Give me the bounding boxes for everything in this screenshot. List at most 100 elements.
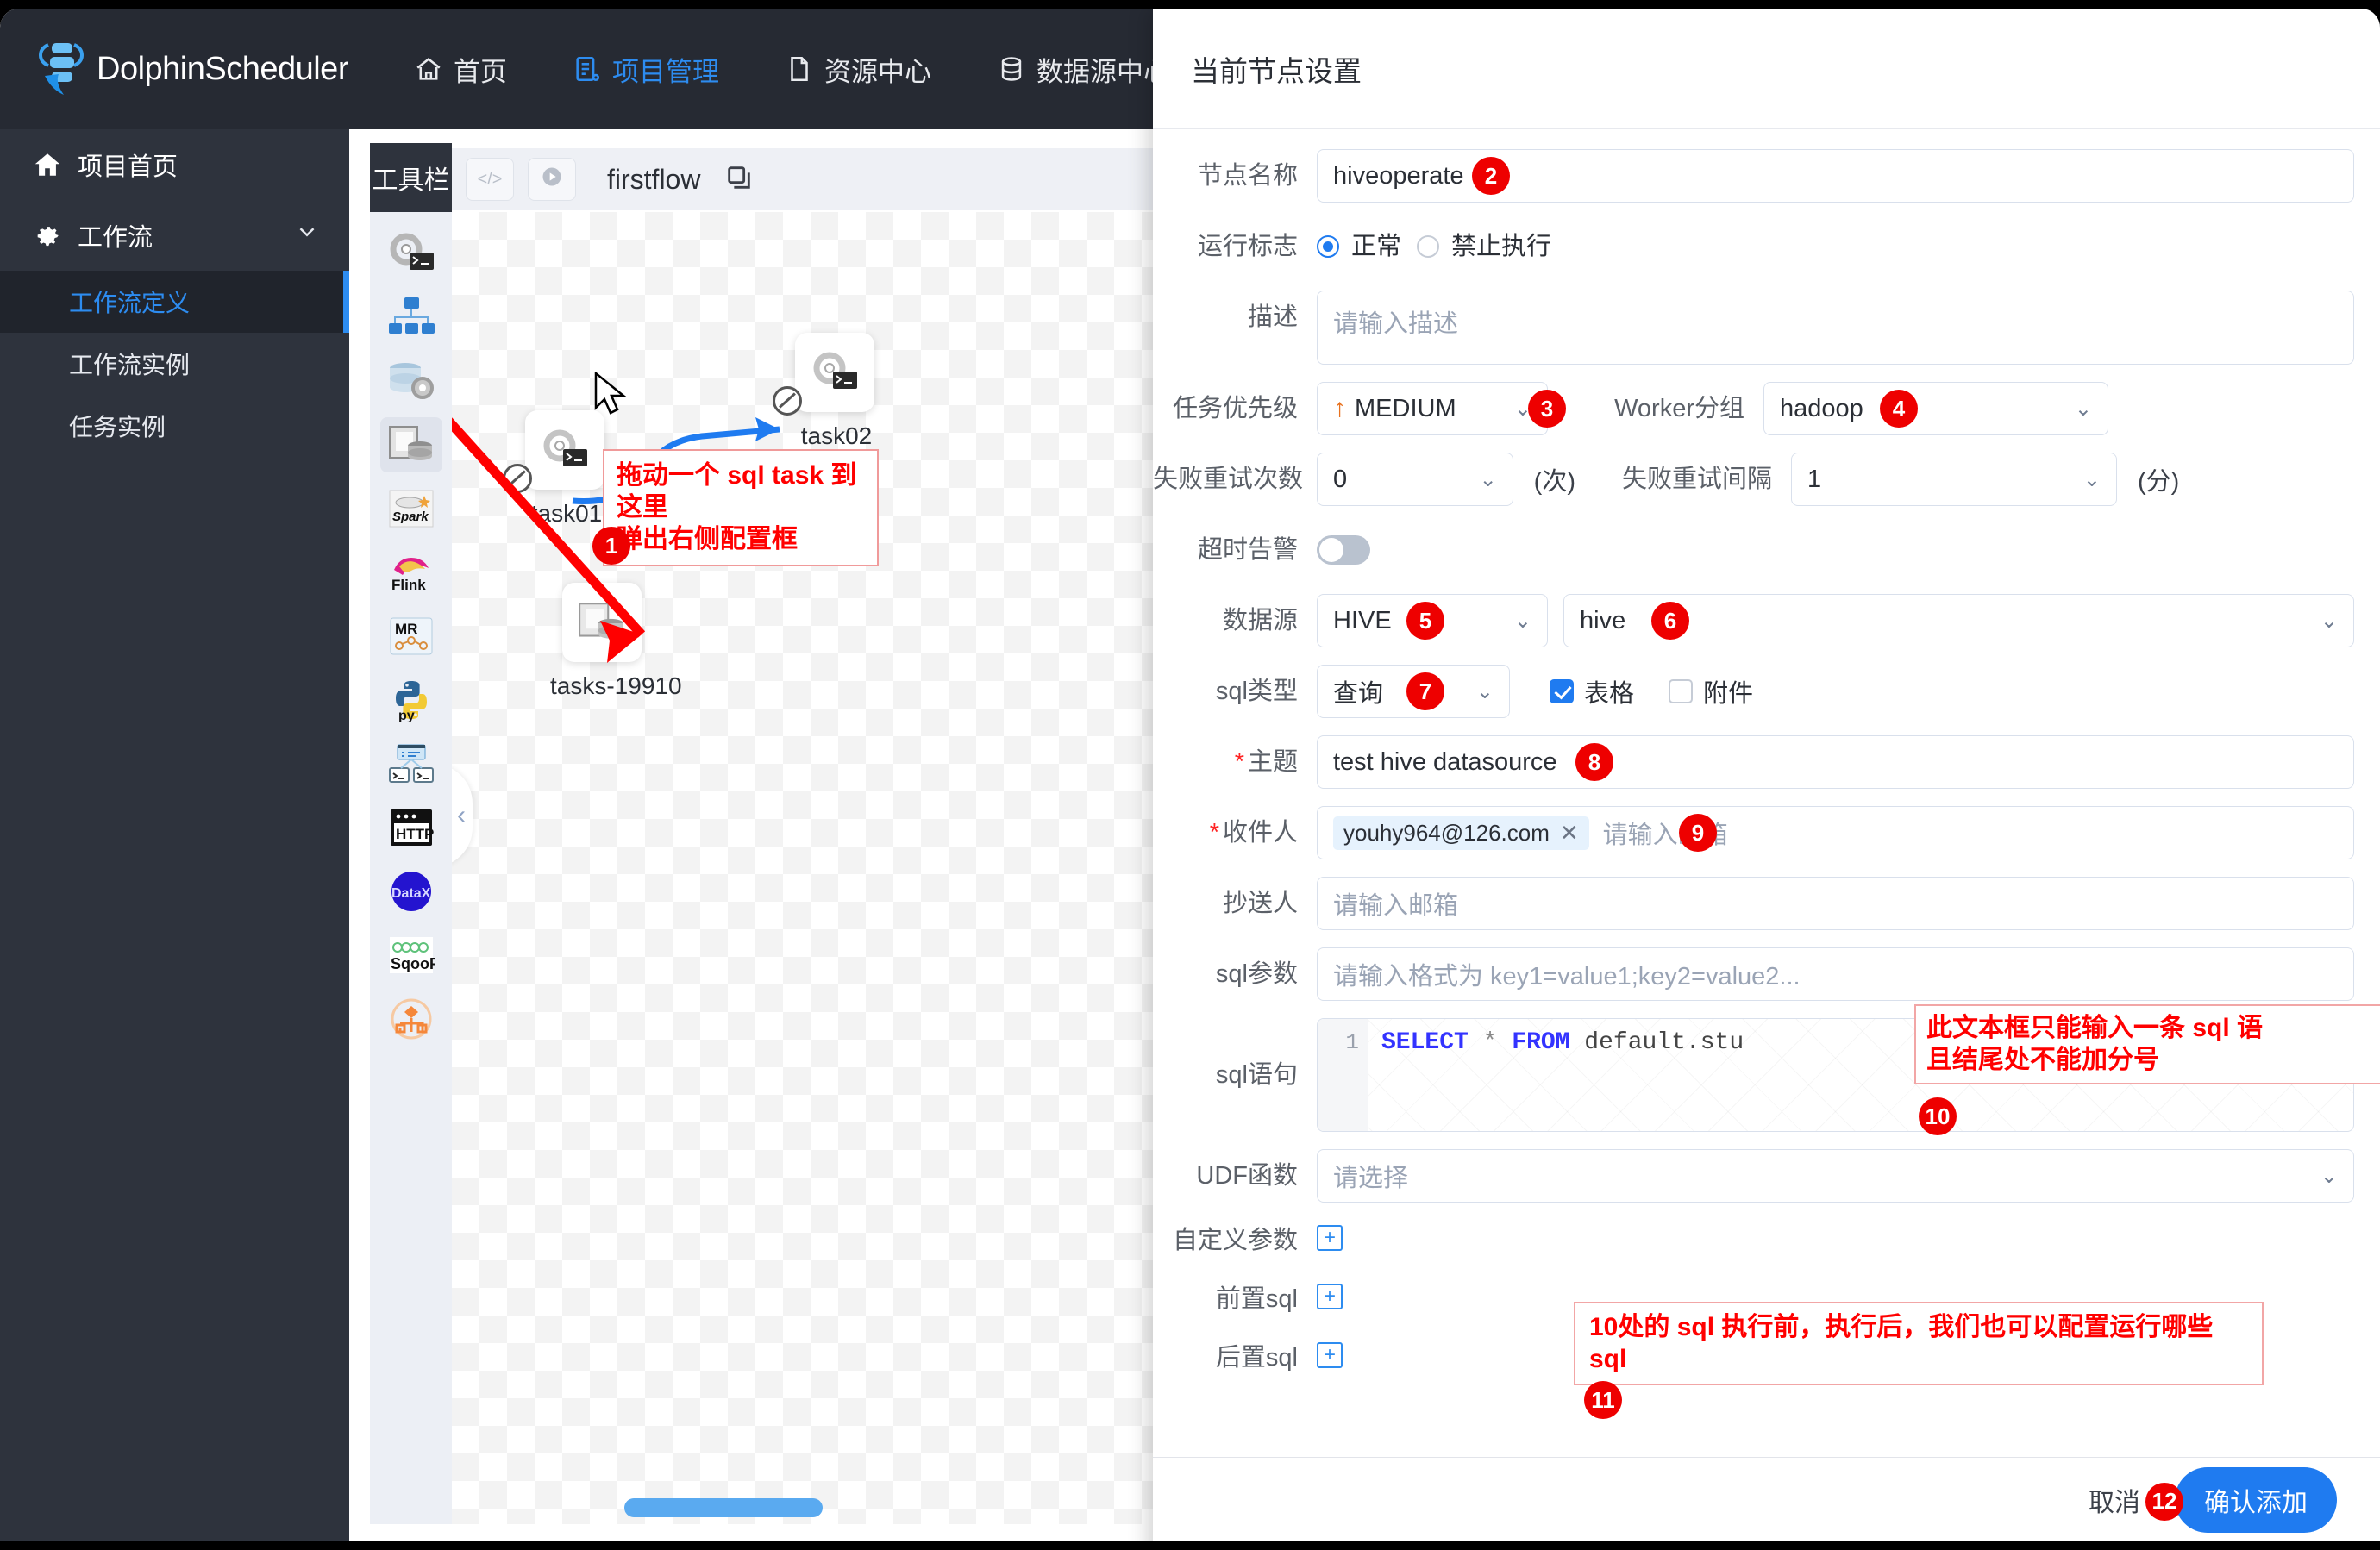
nav-item-project-management[interactable]: 项目管理 [573, 50, 719, 89]
panel-footer: 取消 确认添加 12 [1153, 1457, 2380, 1541]
run-flag-option-forbidden[interactable]: 禁止执行 [1417, 220, 1551, 273]
form-row-description: 描述 请输入描述 [1153, 291, 2354, 365]
sql-type-checkbox-table[interactable]: 表格 [1550, 673, 1634, 709]
python-task-icon[interactable]: py [380, 672, 442, 728]
subject-value: test hive datasource [1333, 747, 1557, 776]
plus-icon-custom-params[interactable]: + [1317, 1225, 1343, 1251]
canvas-collapse-handle[interactable]: ‹ [452, 764, 473, 867]
priority-select[interactable]: ↑ MEDIUM ⌄ [1317, 382, 1548, 435]
sql-note-line-2: 且结尾处不能加分号 [1926, 1045, 2159, 1074]
run-flag-option-normal[interactable]: 正常 [1317, 220, 1401, 273]
udf-label: UDF函数 [1196, 1162, 1298, 1190]
datax-task-icon[interactable]: DataX [380, 864, 442, 919]
nav-item-datasource-center[interactable]: 数据源中心 [997, 50, 1170, 89]
checkbox-attachment[interactable] [1669, 679, 1694, 703]
step-badge-2: 2 [1472, 157, 1510, 195]
form-row-run-flag: 运行标志 正常 禁止执行 [1153, 220, 2354, 273]
recipient-tag[interactable]: youhy964@126.com ✕ [1333, 816, 1589, 850]
recipients-input[interactable]: youhy964@126.com ✕ 请输入邮箱 [1317, 806, 2354, 859]
shell-task-icon [813, 352, 857, 389]
view-code-button[interactable]: </> [466, 158, 514, 201]
http-task-icon[interactable]: HTTP [380, 800, 442, 855]
plus-icon-post-sql[interactable]: + [1317, 1342, 1343, 1368]
chevron-down-icon: ⌄ [1475, 679, 1494, 703]
sqoop-task-icon[interactable]: SqooP [380, 928, 442, 983]
brand-name: DolphinScheduler [97, 50, 348, 87]
sql-note-line-1: 此文本框只能输入一条 sql 语 [1926, 1014, 2264, 1042]
retry-times-select[interactable]: 0 ⌄ [1317, 453, 1513, 506]
dependent-task-icon[interactable] [380, 736, 442, 791]
toolbox-tab[interactable]: 工具栏 [370, 143, 452, 212]
subject-input[interactable]: test hive datasource [1317, 735, 2354, 789]
copy-icon[interactable] [724, 163, 754, 197]
canvas-node-task02[interactable]: task02 [773, 333, 890, 450]
shell-task-icon[interactable] [380, 226, 442, 281]
step-badge-5: 5 [1406, 602, 1444, 640]
worker-group-select[interactable]: hadoop ⌄ [1763, 382, 2108, 435]
sidebar-item-workflow-definition[interactable]: 工作流定义 [0, 271, 349, 333]
flink-task-icon[interactable]: Flink [380, 545, 442, 600]
form-row-priority-worker: 任务优先级 ↑ MEDIUM ⌄ 3 Worker分组 hadoop ⌄ 4 [1153, 382, 2354, 435]
sql-type-checkbox-attachment[interactable]: 附件 [1669, 673, 1753, 709]
radio-forbidden[interactable] [1417, 235, 1440, 258]
svg-text:py: py [398, 709, 415, 722]
form-row-recipients: * 收件人 youhy964@126.com ✕ 请输入邮箱 9 [1153, 806, 2354, 859]
timeout-alarm-label: 超时告警 [1197, 536, 1298, 564]
conditions-task-icon[interactable] [380, 991, 442, 1047]
node-icon-box[interactable] [773, 333, 874, 416]
dolphinscheduler-logo-icon [36, 38, 90, 100]
sidebar-item-project-home[interactable]: 项目首页 [0, 129, 349, 200]
confirm-add-button[interactable]: 确认添加 [2175, 1466, 2337, 1533]
retry-times-label: 失败重试次数 [1153, 466, 1304, 493]
udf-placeholder: 请选择 [1333, 1165, 1409, 1192]
run-flow-button[interactable] [528, 158, 576, 201]
retry-interval-select[interactable]: 1 ⌄ [1791, 453, 2117, 506]
mapreduce-task-icon[interactable]: MR [380, 609, 442, 664]
close-icon[interactable]: ✕ [1560, 820, 1579, 847]
plus-icon-pre-sql[interactable]: + [1317, 1284, 1343, 1309]
sidebar-item-workflow-instance[interactable]: 工作流实例 [0, 333, 349, 395]
sidebar-item-task-instance[interactable]: 任务实例 [0, 395, 349, 457]
sql-statement-code[interactable]: SELECT * FROM default.stu [1368, 1019, 1744, 1131]
svg-text:MR: MR [395, 621, 417, 637]
sql-task-icon[interactable] [379, 417, 442, 472]
radio-normal[interactable] [1317, 235, 1339, 258]
timeout-alarm-toggle[interactable] [1317, 535, 1370, 565]
nav-label: 项目管理 [611, 56, 719, 87]
sql-params-input[interactable]: 请输入格式为 key1=value1;key2=value2... [1317, 947, 2354, 1001]
form-row-custom-params: 自定义参数 + [1153, 1220, 2354, 1261]
folder-icon [785, 54, 814, 84]
sidebar-group-workflow[interactable]: 工作流 [0, 200, 349, 271]
nav-label: 首页 [453, 56, 507, 87]
spark-task-icon[interactable]: Spark [380, 481, 442, 536]
gear-icon [33, 221, 62, 250]
canvas-node-tasks-19910[interactable]: tasks-19910 [550, 583, 682, 700]
form-row-sql-type: sql类型 查询 ⌄ 7 表格 附件 [1153, 665, 2354, 718]
sql-type-label: sql类型 [1215, 678, 1298, 705]
procedure-task-icon[interactable] [380, 353, 442, 409]
step-badge-10: 10 [1919, 1097, 1957, 1135]
scrollbar-thumb[interactable] [624, 1498, 823, 1517]
udf-select[interactable]: 请选择 ⌄ [1317, 1149, 2354, 1203]
form-row-cc: 抄送人 请输入邮箱 [1153, 877, 2354, 930]
checkbox-table[interactable] [1550, 679, 1574, 703]
description-textarea[interactable]: 请输入描述 [1317, 291, 2354, 365]
node-label: task02 [800, 422, 873, 449]
retry-interval-label: 失败重试间隔 [1621, 466, 1772, 493]
step-badge-11: 11 [1584, 1381, 1622, 1419]
node-icon-box[interactable] [562, 583, 642, 662]
cc-input[interactable]: 请输入邮箱 [1317, 877, 2354, 930]
brand-logo[interactable]: DolphinScheduler [36, 38, 348, 100]
svg-text:DataX: DataX [391, 886, 431, 901]
nav-item-home[interactable]: 首页 [414, 50, 507, 89]
nav-item-resource-center[interactable]: 资源中心 [785, 50, 931, 89]
cancel-button[interactable]: 取消 [2089, 1481, 2140, 1519]
node-icon-box[interactable] [503, 410, 604, 493]
checkbox-table-label: 表格 [1584, 680, 1635, 708]
worker-group-value: hadoop [1780, 394, 1863, 422]
post-sql-label: 后置sql [1215, 1344, 1298, 1372]
chevron-down-icon[interactable] [294, 219, 320, 252]
sub-process-task-icon[interactable] [380, 290, 442, 345]
home-icon [414, 54, 443, 84]
step-badge-12: 12 [2145, 1482, 2183, 1521]
